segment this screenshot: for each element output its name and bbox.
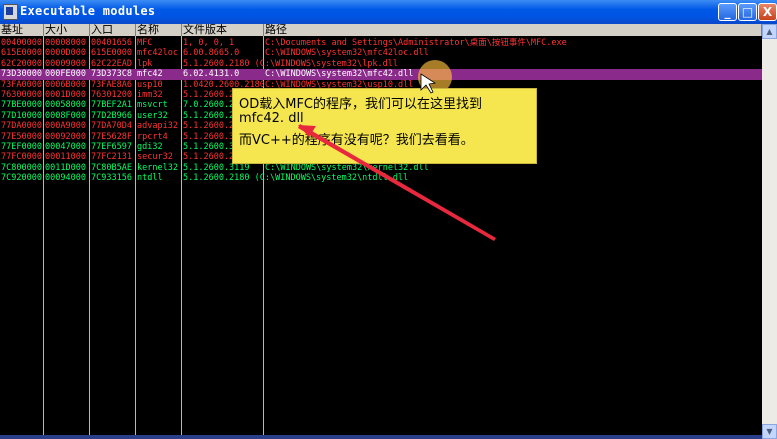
executable-modules-window: Executable modules _ □ X 基址 大小 入口 名称 文件版… bbox=[0, 0, 777, 439]
annotation-arrow bbox=[298, 73, 496, 241]
